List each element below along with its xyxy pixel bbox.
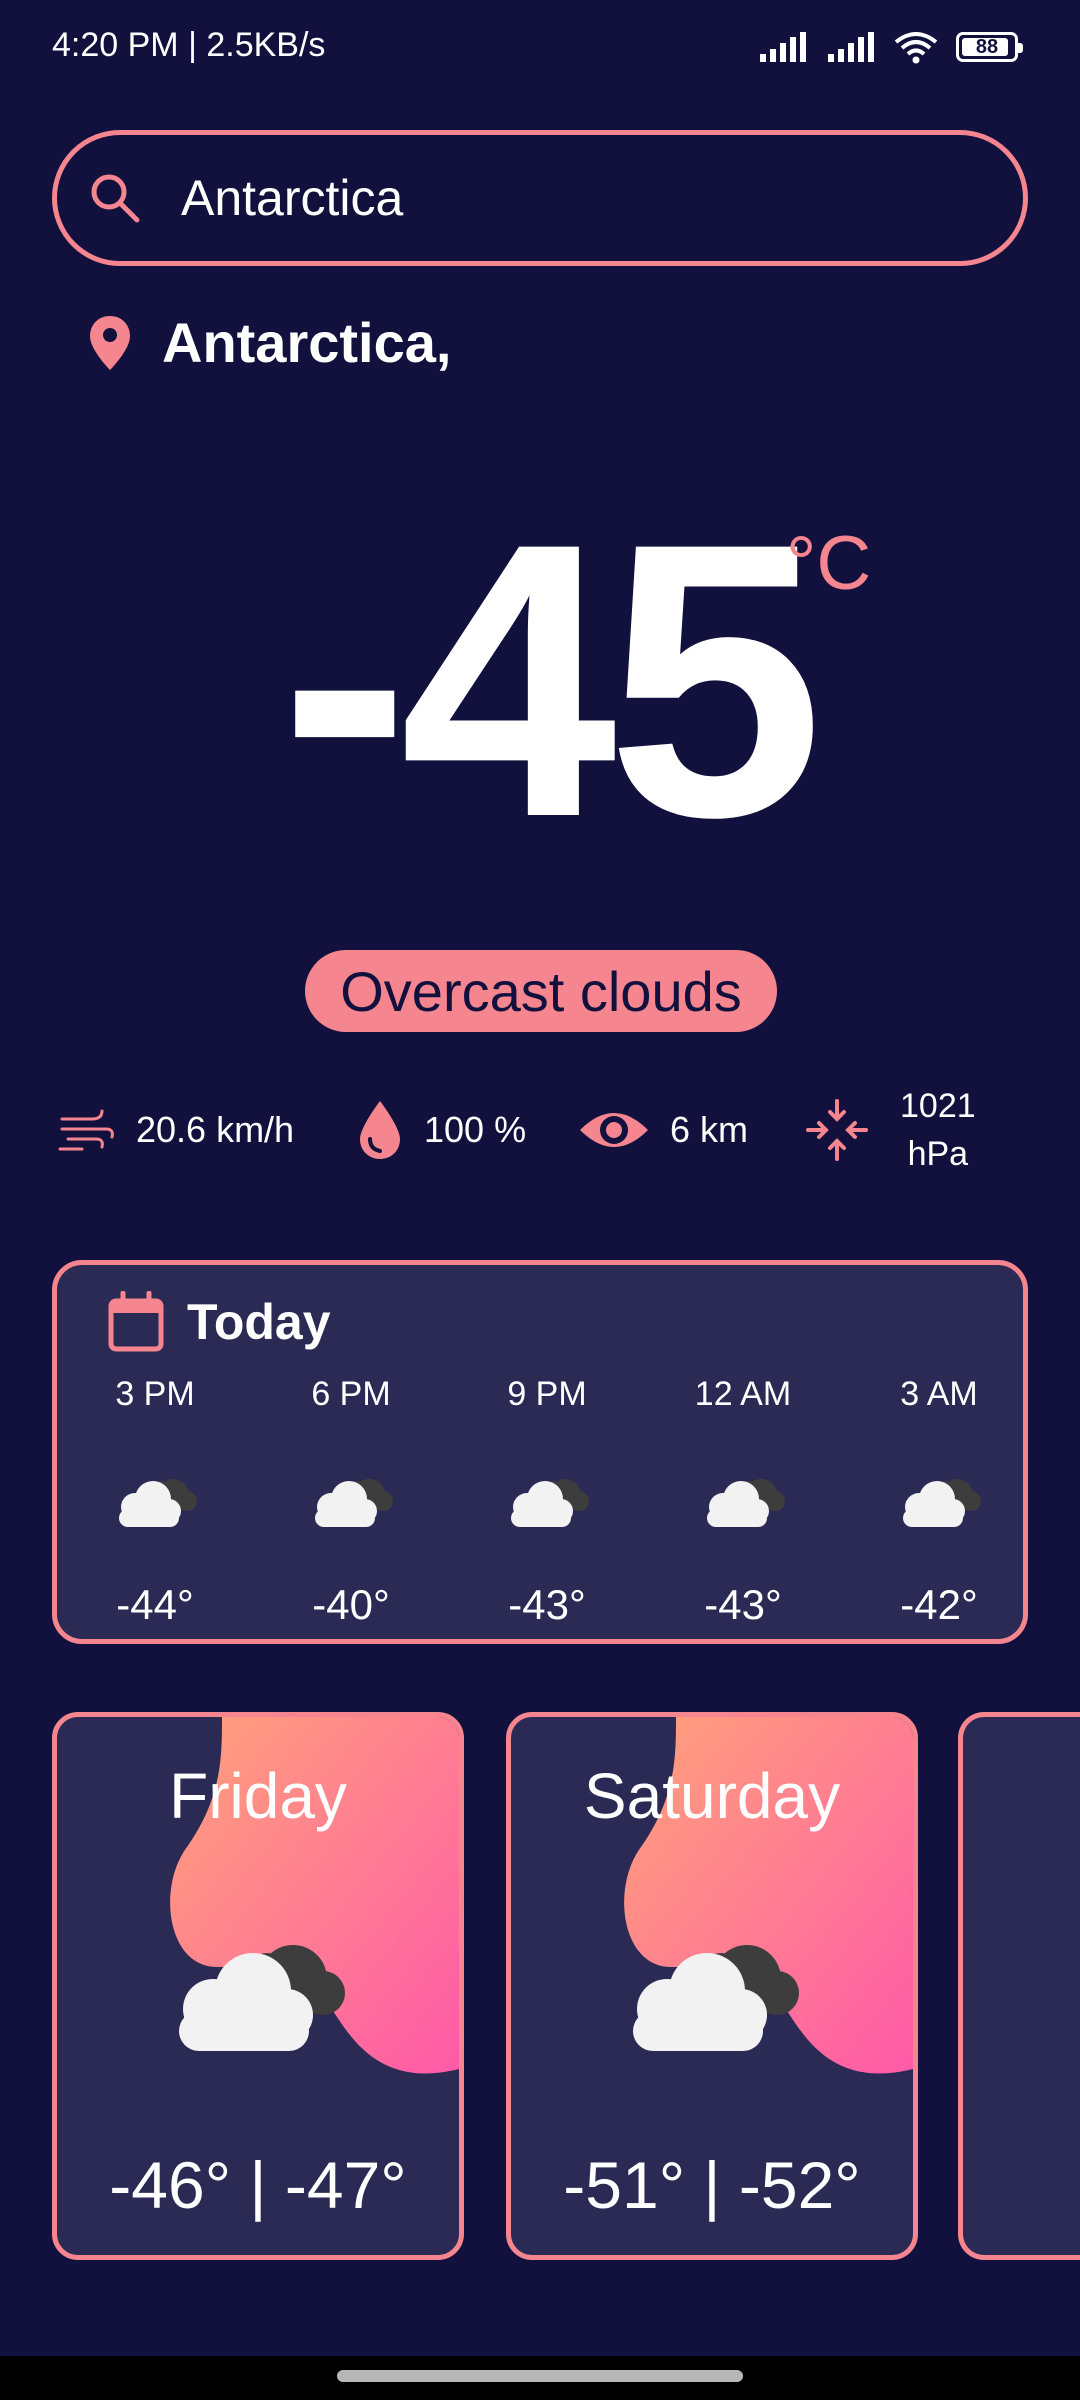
hour-temp: -44°: [116, 1581, 194, 1628]
humidity-value: 100 %: [424, 1109, 527, 1150]
day-temps: -51° | -52°: [563, 2148, 861, 2222]
today-forecast-card: Today 3 PM -44° 6 PM -40° 9 PM -43° 12 A…: [52, 1260, 1028, 1644]
cloudy-icon: [511, 1479, 589, 1527]
hour-item: 3 PM -44°: [80, 1375, 230, 1629]
cloudy-icon: [315, 1479, 393, 1527]
today-header: Today: [107, 1291, 331, 1353]
signal-icon-2: [828, 32, 874, 62]
current-temperature: -45 °C: [0, 480, 1080, 880]
hour-time: 3 PM: [115, 1375, 195, 1413]
hour-time: 6 PM: [311, 1375, 391, 1413]
stat-visibility: 6 km: [578, 1080, 748, 1180]
cloudy-icon: [633, 1945, 799, 2051]
cloudy-icon: [119, 1479, 197, 1527]
hour-time: 9 PM: [507, 1375, 587, 1413]
day-card-friday[interactable]: Friday -46° | -47°: [52, 1712, 464, 2260]
status-icons: 88: [758, 30, 1023, 64]
hour-temp: -43°: [704, 1581, 782, 1628]
battery-icon: 88: [956, 32, 1023, 62]
visibility-value: 6 km: [670, 1109, 749, 1150]
condition-badge: Overcast clouds: [305, 950, 777, 1032]
wind-icon: [58, 1109, 114, 1151]
temperature-unit: °C: [786, 521, 872, 606]
pressure-icon: [806, 1099, 868, 1161]
status-bar: 4:20 PM | 2.5KB/s 88: [0, 0, 1080, 100]
hourly-forecast: 3 PM -44° 6 PM -40° 9 PM -43° 12 AM -43°…: [57, 1375, 1023, 1635]
stat-pressure-icon-wrap: [804, 1080, 870, 1180]
wifi-icon: [894, 32, 938, 64]
day-name: Friday: [169, 1760, 347, 1832]
hour-temp: -43°: [508, 1581, 586, 1628]
pressure-unit: hPa: [907, 1135, 969, 1173]
day-temps: -46° | -47°: [109, 2148, 407, 2222]
home-indicator[interactable]: [337, 2370, 743, 2382]
visibility-eye-icon: [580, 1113, 648, 1147]
day-card-next-partial[interactable]: [958, 1712, 1080, 2260]
hour-temp: -42°: [900, 1581, 978, 1628]
location-name: Antarctica,: [162, 311, 452, 374]
cloudy-icon: [903, 1479, 981, 1527]
navigation-bar: [0, 2356, 1080, 2400]
search-icon[interactable]: [87, 170, 143, 226]
location: Antarctica,: [88, 310, 451, 375]
temperature-value: -45: [280, 462, 824, 898]
hour-item: 3 AM -42°: [864, 1375, 1014, 1629]
today-title: Today: [187, 1294, 331, 1350]
day-card-saturday[interactable]: Saturday -51° | -52°: [506, 1712, 918, 2260]
stat-pressure: 1021 hPa: [900, 1080, 976, 1180]
wind-value: 20.6 km/h: [136, 1109, 295, 1150]
stat-humidity: 100 %: [356, 1080, 526, 1180]
stat-wind: 20.6 km/h: [58, 1080, 294, 1180]
hour-time: 3 AM: [900, 1375, 978, 1413]
weather-stats: 20.6 km/h 100 % 6 km 1021 hPa: [0, 1080, 1080, 1180]
battery-level: 88: [975, 35, 999, 58]
hour-item: 12 AM -43°: [668, 1375, 818, 1629]
cloudy-icon: [707, 1479, 785, 1527]
hour-item: 9 PM -43°: [472, 1375, 622, 1629]
status-time-speed: 4:20 PM | 2.5KB/s: [52, 26, 326, 64]
calendar-icon: [108, 1291, 164, 1352]
location-pin-icon: [90, 315, 130, 370]
search-input[interactable]: [181, 169, 961, 227]
hour-time: 12 AM: [694, 1375, 792, 1413]
humidity-drop-icon: [360, 1101, 400, 1159]
day-name: Saturday: [583, 1760, 841, 1832]
cloudy-icon: [179, 1945, 345, 2051]
search-bar[interactable]: [52, 130, 1028, 266]
pressure-value: 1021: [900, 1087, 976, 1125]
signal-icon: [760, 32, 806, 62]
hour-temp: -40°: [312, 1581, 390, 1628]
hour-item: 6 PM -40°: [276, 1375, 426, 1629]
weather-screen: 4:20 PM | 2.5KB/s 88 Antarctica Antarcti…: [0, 0, 1080, 2400]
